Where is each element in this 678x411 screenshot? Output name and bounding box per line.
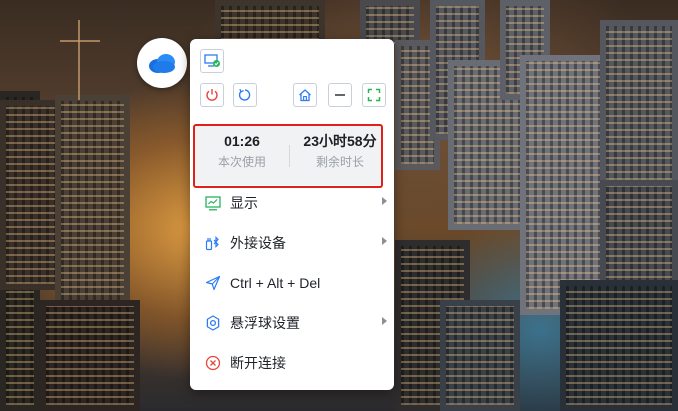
monitor-check-icon[interactable]: [200, 49, 224, 73]
submenu-arrow-icon: [382, 197, 387, 205]
floating-menu-panel: 01:26 本次使用 23小时58分 剩余时长 显示 外接设备 Ctrl + A…: [190, 39, 394, 390]
menu-item-external-devices[interactable]: 外接设备: [190, 223, 394, 263]
submenu-arrow-icon: [382, 237, 387, 245]
menu-item-ctrl-alt-del[interactable]: Ctrl + Alt + Del: [190, 263, 394, 303]
menu-item-label: 显示: [230, 195, 258, 211]
power-icon[interactable]: [200, 83, 224, 107]
minimize-icon[interactable]: [328, 83, 352, 107]
menu-item-display[interactable]: 显示: [190, 183, 394, 223]
menu-item-label: 悬浮球设置: [230, 315, 300, 331]
refresh-icon[interactable]: [233, 83, 257, 107]
send-icon: [204, 274, 222, 292]
settings-icon: [204, 314, 222, 332]
monitor-chart-icon: [204, 194, 222, 212]
menu-item-label: Ctrl + Alt + Del: [230, 275, 321, 291]
disconnect-icon: [204, 354, 222, 372]
floating-ball-cloud-icon[interactable]: [137, 38, 187, 88]
menu-item-floating-ball-settings[interactable]: 悬浮球设置: [190, 303, 394, 343]
menu-item-label: 外接设备: [230, 235, 286, 251]
menu-item-disconnect[interactable]: 断开连接: [190, 343, 394, 383]
devices-icon: [204, 234, 222, 252]
highlight-annotation: [193, 124, 383, 188]
submenu-arrow-icon: [382, 317, 387, 325]
menu-item-label: 断开连接: [230, 355, 286, 371]
home-icon[interactable]: [293, 83, 317, 107]
fullscreen-icon[interactable]: [362, 83, 386, 107]
